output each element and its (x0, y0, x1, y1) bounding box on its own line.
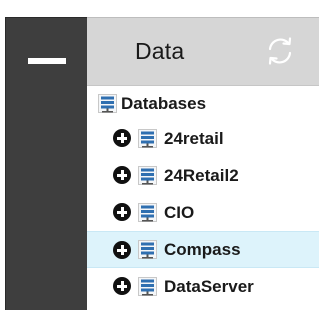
left-rail (5, 17, 87, 310)
database-icon (138, 240, 157, 259)
tree-root-label: Databases (121, 94, 207, 113)
tree-item-24retail2[interactable]: 24Retail2 (87, 157, 319, 194)
tree-item-cio[interactable]: CIO (87, 194, 319, 231)
panel-header: Data (87, 18, 319, 86)
tree-item-label: DataServer (164, 277, 254, 296)
plus-circle-icon[interactable] (113, 129, 131, 147)
right-edge (319, 17, 332, 310)
database-icon (98, 94, 117, 113)
plus-circle-icon[interactable] (113, 203, 131, 221)
tree-root-databases[interactable]: Databases (87, 86, 319, 118)
tree-item-compass[interactable]: Compass (87, 231, 319, 268)
database-icon (138, 166, 157, 185)
app-frame: Data Databases 24retail 24Retail2 CIO Co… (0, 0, 332, 310)
tree-item-label: 24Retail2 (164, 166, 239, 185)
database-icon (138, 277, 157, 296)
collapse-button[interactable] (28, 58, 66, 64)
plus-circle-icon[interactable] (113, 241, 131, 259)
database-icon (138, 203, 157, 222)
refresh-icon[interactable] (263, 34, 297, 68)
panel-title: Data (135, 38, 185, 64)
data-panel: Data Databases 24retail 24Retail2 CIO Co… (87, 17, 319, 310)
tree-item-24retail[interactable]: 24retail (87, 120, 319, 157)
top-strip (0, 0, 332, 17)
tree-item-label: Compass (164, 240, 241, 259)
plus-circle-icon[interactable] (113, 166, 131, 184)
tree-item-label: 24retail (164, 129, 224, 148)
plus-circle-icon[interactable] (113, 277, 131, 295)
tree-item-dataserver[interactable]: DataServer (87, 268, 319, 305)
database-icon (138, 129, 157, 148)
tree-item-label: CIO (164, 203, 195, 222)
